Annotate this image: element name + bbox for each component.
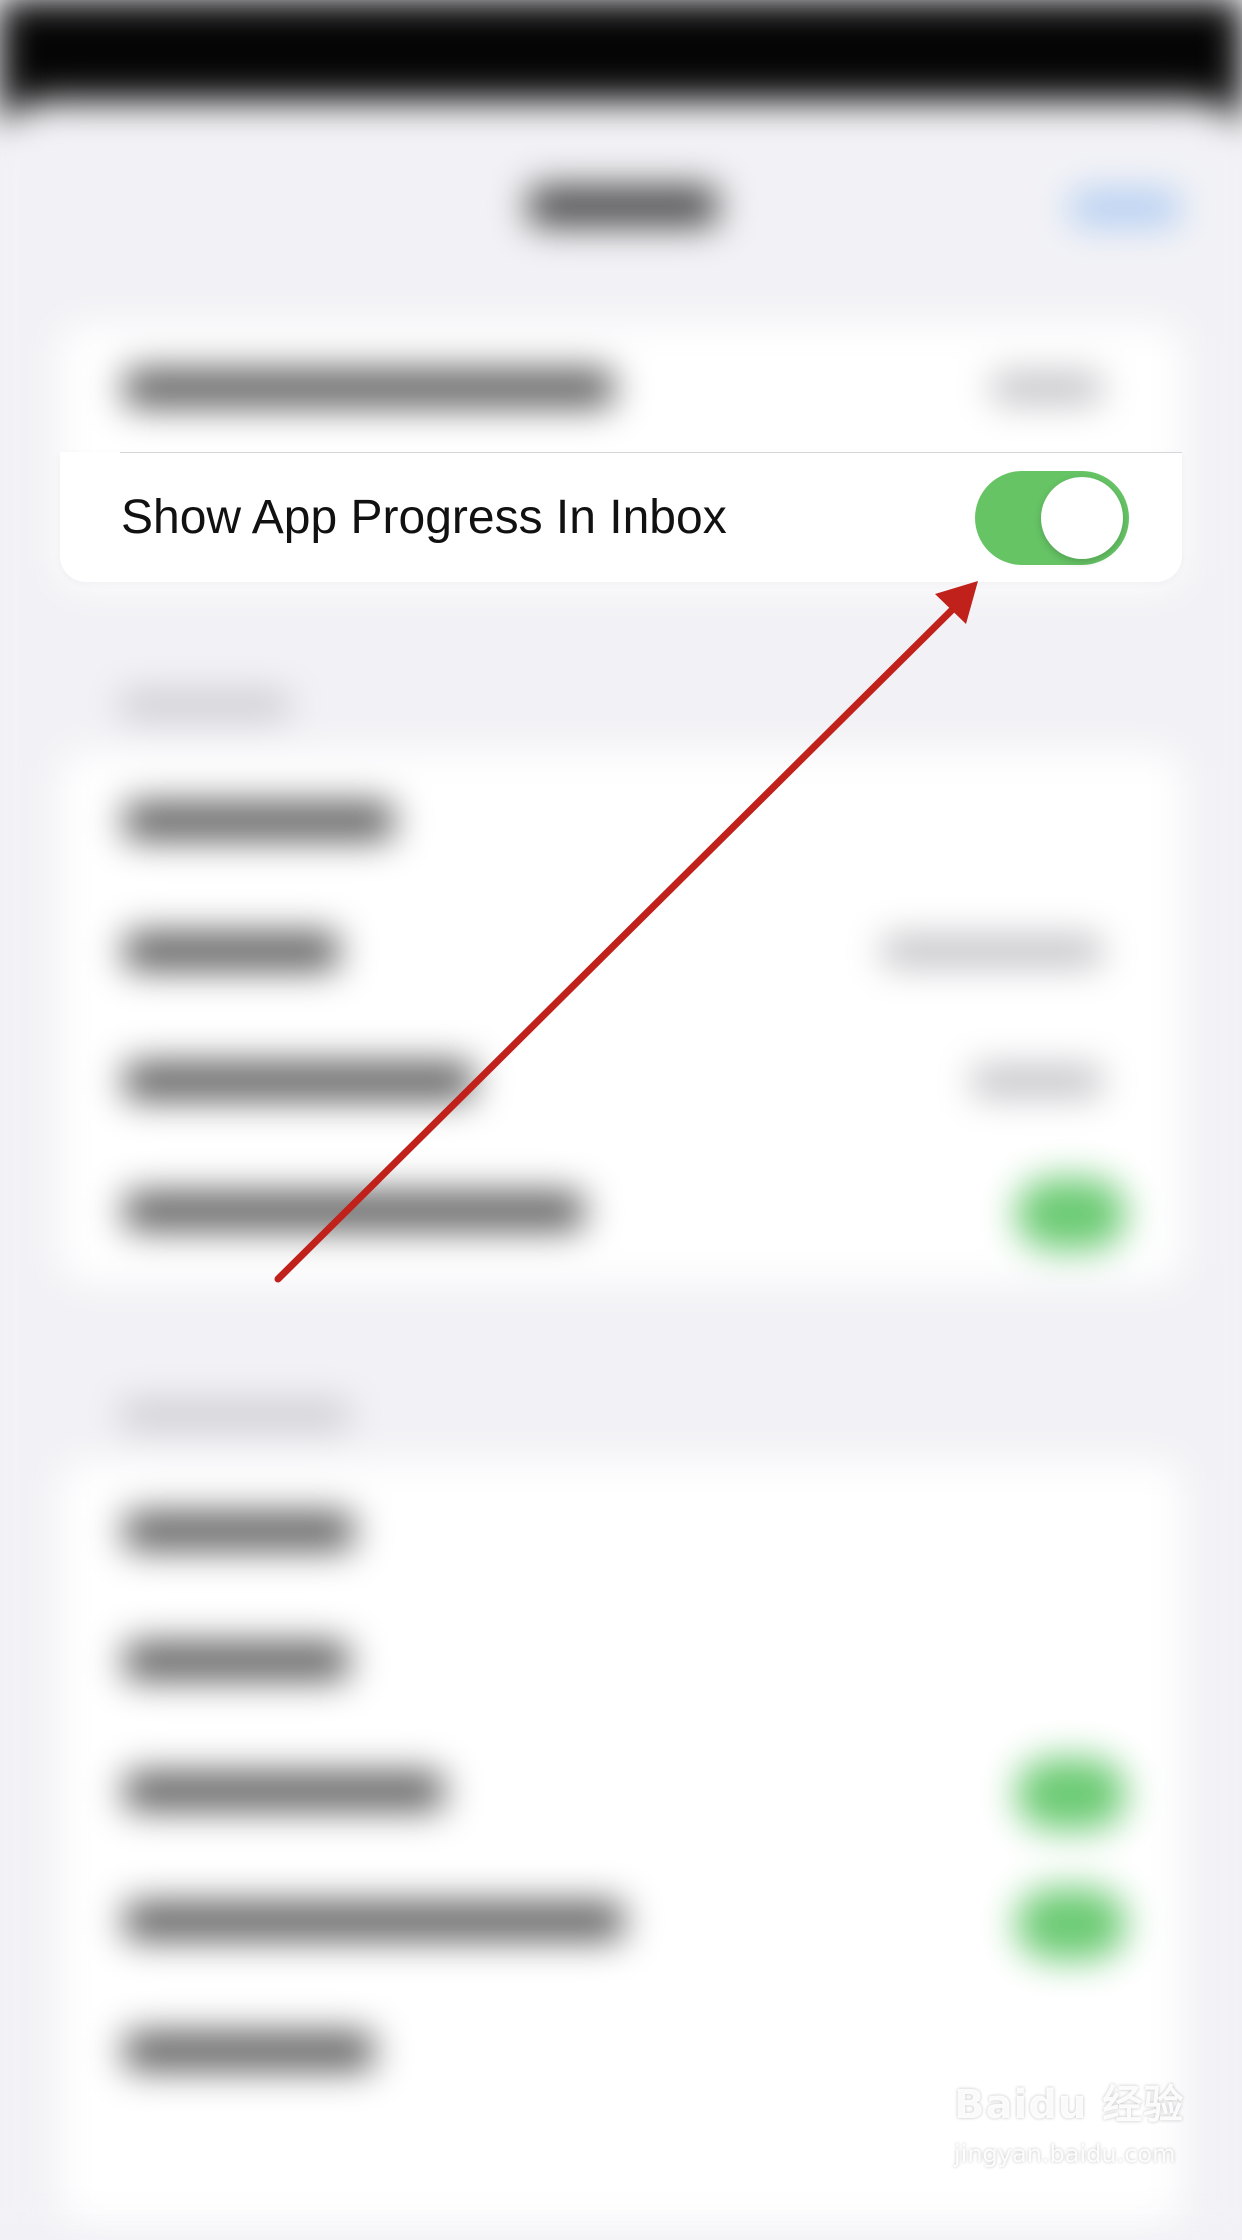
- paw-icon: [1042, 2058, 1093, 2086]
- settings-row-blur: [60, 1018, 1182, 1148]
- settings-row-show-app-progress[interactable]: Show App Progress In Inbox: [60, 452, 1182, 582]
- baidu-watermark: Baidu 经验 jingyan.baidu.com: [950, 2058, 1220, 2182]
- settings-row-blur: [60, 1598, 1182, 1728]
- settings-row-blur: [60, 888, 1182, 1018]
- setting-label: Show App Progress In Inbox: [121, 491, 727, 544]
- show-app-progress-toggle[interactable]: [975, 471, 1129, 565]
- settings-row-blur: [60, 325, 1182, 455]
- settings-row-blur: [60, 1148, 1182, 1278]
- section-header-blur: [120, 692, 290, 718]
- settings-row-blur: [60, 1728, 1182, 1858]
- nav-action-blur: [1070, 190, 1180, 226]
- nav-title-blur: [528, 186, 718, 226]
- settings-row-blur: [60, 758, 1182, 888]
- settings-row-blur: [60, 1858, 1182, 1988]
- row-separator: [120, 452, 1182, 453]
- settings-row-blur: [60, 1468, 1182, 1598]
- toggle-knob: [1041, 477, 1123, 559]
- section-header-blur: [120, 1402, 350, 1428]
- blurred-background: [0, 0, 1242, 2240]
- watermark-site: jingyan.baidu.com: [954, 2140, 1176, 2168]
